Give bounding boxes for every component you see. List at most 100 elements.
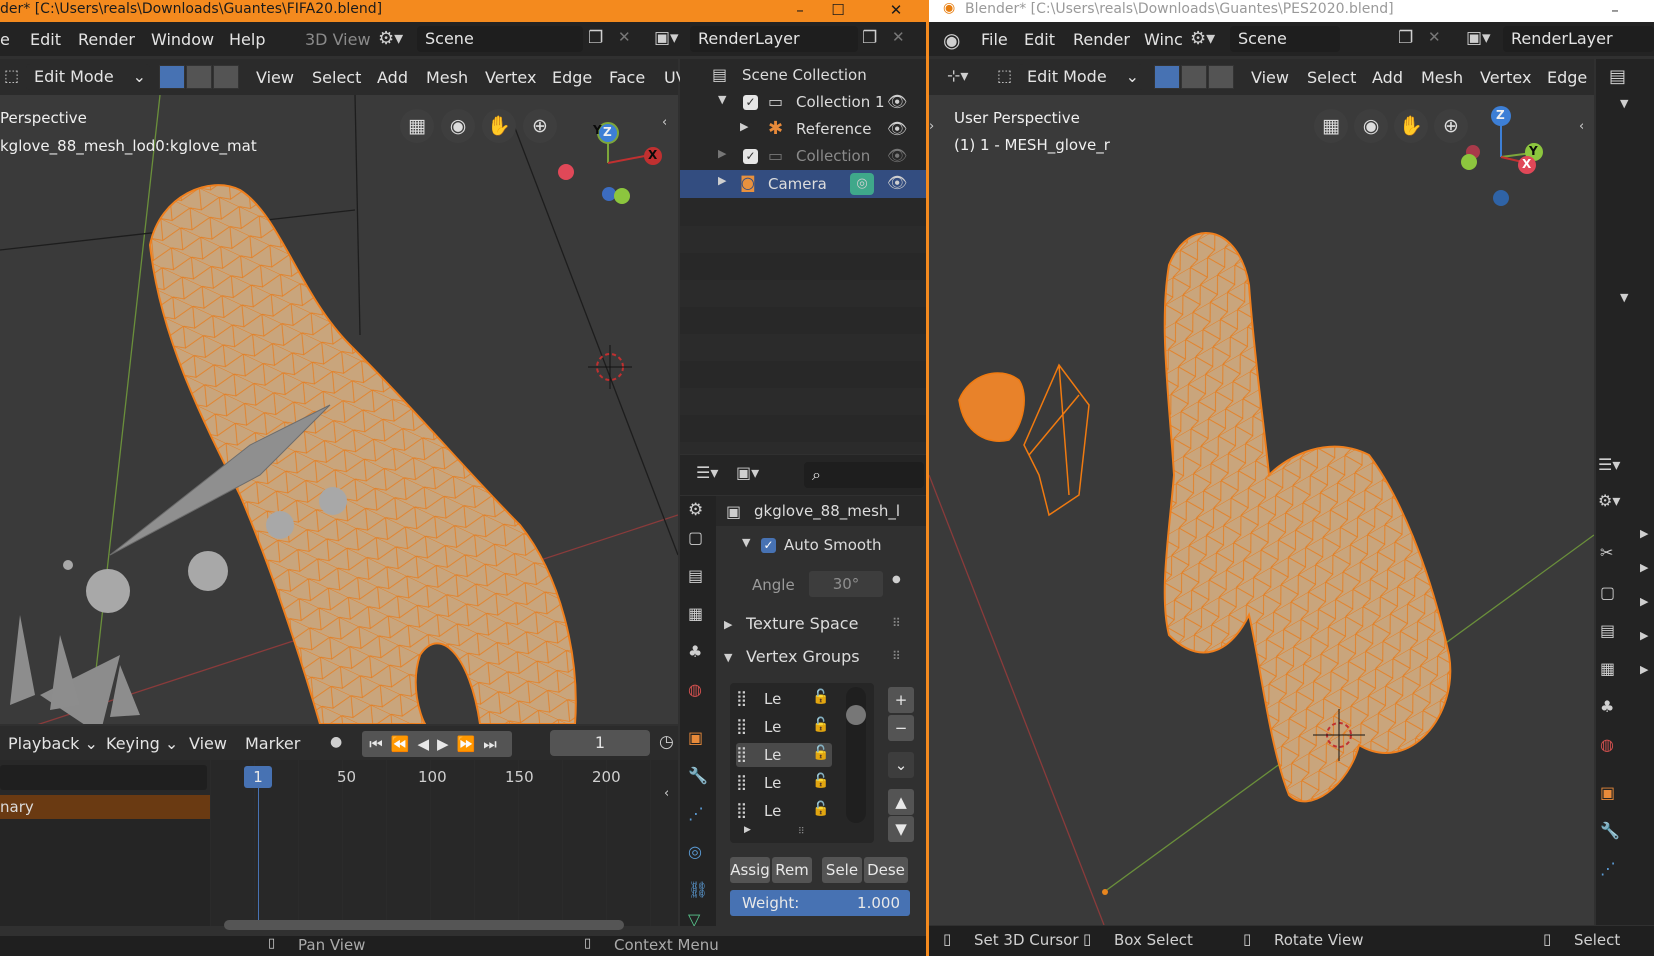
modifier-wrench-icon[interactable]: 🔧 — [1600, 821, 1620, 840]
move-down-button[interactable]: ▼ — [888, 816, 914, 842]
outliner-item-camera[interactable]: ▶ ◙ Camera ◎ 👁 — [680, 170, 926, 198]
lock-icon[interactable]: 🔓 — [812, 689, 829, 705]
angle-field[interactable]: 30° — [809, 571, 883, 597]
visibility-eye-icon[interactable]: 👁 — [887, 173, 907, 192]
scene-selector-icon[interactable]: ⚙▾ — [1190, 28, 1215, 49]
vertex-group-item-active[interactable]: ⣿ Le 🔓 — [736, 743, 832, 767]
keyframe-dot-icon[interactable]: ● — [892, 574, 901, 585]
object-tab-icon[interactable]: ▣ — [1600, 783, 1615, 802]
tool-tab-icon[interactable]: ✂ — [1600, 543, 1613, 562]
visibility-eye-icon[interactable]: 👁 — [887, 92, 907, 111]
object-tab-icon[interactable]: ▣ — [688, 728, 703, 747]
maximize-button[interactable]: ☐ — [818, 0, 858, 22]
outliner-scene-collection[interactable]: ▤ Scene Collection — [680, 62, 926, 89]
group-specials-icon[interactable]: ⌄ — [888, 752, 914, 778]
toolbar-toggle-icon[interactable]: › — [929, 119, 934, 134]
sidebar-toggle-icon[interactable]: ‹ — [1579, 119, 1584, 134]
display-mode-icon[interactable]: ▣▾ — [736, 463, 759, 482]
vertex-groups-panel[interactable]: Vertex Groups — [746, 647, 860, 666]
editor-tab-3d-view[interactable]: 3D View — [305, 30, 371, 49]
viewport-menu-mesh[interactable]: Mesh — [426, 65, 468, 90]
expand-arrow-icon[interactable]: ▶ — [718, 147, 726, 160]
render-tab-icon[interactable]: ▢ — [1600, 583, 1615, 602]
expand-arrow-icon[interactable]: ▼ — [1620, 291, 1628, 304]
visibility-eye-icon[interactable]: 👁 — [887, 119, 907, 138]
drag-handle-icon[interactable]: ⠿ — [892, 616, 901, 630]
expand-arrow-icon[interactable]: ▶ — [1640, 595, 1648, 608]
pan-hand-icon[interactable]: ✋ — [482, 109, 516, 143]
timeline-menu-playback[interactable]: Playback ⌄ — [8, 731, 98, 756]
sidebar-toggle-icon[interactable]: ‹ — [662, 115, 667, 130]
remove-button[interactable]: Rem — [772, 857, 812, 883]
outliner-item-collection-2[interactable]: ▶ ✓ ▭ Collection 1 👁 — [680, 143, 926, 170]
expand-arrow-icon[interactable]: ▼ — [1620, 97, 1628, 110]
output-tab-icon[interactable]: ▤ — [688, 566, 703, 585]
summary-channel[interactable]: nary — [0, 795, 210, 819]
delete-scene-icon[interactable]: ✕ — [618, 28, 631, 46]
menu-window[interactable]: Winc — [1144, 30, 1183, 49]
add-group-button[interactable]: + — [888, 687, 914, 713]
output-tab-icon[interactable]: ▤ — [1600, 621, 1615, 640]
list-scrollbar[interactable] — [846, 687, 866, 823]
menu-window[interactable]: Window — [151, 30, 214, 49]
view-layer-icon[interactable]: ▣▾ — [1466, 28, 1491, 48]
auto-smooth-checkbox[interactable]: ✓ — [761, 538, 776, 553]
face-select-mode[interactable] — [213, 65, 239, 89]
properties-editor-icon[interactable]: ⚙▾ — [1598, 491, 1620, 510]
viewport-menu-edge[interactable]: Edge — [1547, 65, 1587, 90]
expand-arrow-icon[interactable]: ▼ — [724, 651, 732, 664]
render-layer-field[interactable]: RenderLayer — [1503, 26, 1654, 52]
scene-tab-icon[interactable]: ♣ — [1600, 697, 1614, 716]
viewport-menu-select[interactable]: Select — [312, 65, 361, 90]
editor-type-icon[interactable]: ⊹▾ — [947, 66, 968, 85]
view-layer-tab-icon[interactable]: ▦ — [688, 604, 703, 623]
timeline-frames-area[interactable]: 1 50 100 150 200 — [210, 760, 678, 930]
camera-data-icon[interactable]: ◎ — [850, 173, 874, 195]
outliner-item-collection-1[interactable]: ▼ ✓ ▭ Collection 1 👁 — [680, 89, 926, 116]
outliner-editor-icon[interactable]: ▤ — [1609, 66, 1626, 87]
timeline-area[interactable]: nary 1 50 100 150 200 ‹ — [0, 760, 678, 930]
lock-icon[interactable]: 🔓 — [812, 717, 829, 733]
data-tab-icon[interactable]: ▽ — [688, 910, 700, 926]
vertex-group-item[interactable]: ⣿ Le 🔓 — [736, 715, 832, 739]
collection-checkbox[interactable]: ✓ — [743, 95, 758, 110]
menu-render[interactable]: Render — [1073, 30, 1130, 49]
editor-type-icon[interactable]: ☰▾ — [696, 463, 718, 482]
menu-edit[interactable]: Edit — [30, 30, 61, 49]
viewport-menu-view[interactable]: View — [256, 65, 294, 90]
clock-icon[interactable]: ◷ — [659, 732, 674, 752]
expand-arrow-icon[interactable]: ▶ — [1640, 629, 1648, 642]
minimize-button[interactable]: – — [780, 0, 820, 22]
mode-select[interactable]: Edit Mode ⌄ — [26, 64, 150, 90]
particles-tab-icon[interactable]: ⋰ — [1600, 859, 1616, 878]
menu-help[interactable]: Help — [229, 30, 265, 49]
world-tab-icon[interactable]: ◍ — [1600, 735, 1614, 754]
vertex-select-mode[interactable] — [159, 65, 185, 89]
gizmo-y-axis[interactable]: Y — [593, 123, 602, 137]
expand-arrow-icon[interactable]: ▼ — [718, 93, 726, 106]
viewport-menu-add[interactable]: Add — [1372, 65, 1403, 90]
gizmo-x-axis[interactable]: X — [648, 148, 657, 162]
blender-menu-icon[interactable]: ◉ — [943, 28, 960, 52]
properties-search-input[interactable]: ⌕ — [804, 462, 924, 488]
sidebar-toggle-icon[interactable]: ‹ — [664, 786, 669, 801]
lock-icon[interactable]: 🔓 — [812, 773, 829, 789]
viewport-menu-select[interactable]: Select — [1307, 65, 1356, 90]
face-select-mode[interactable] — [1208, 65, 1234, 89]
toggle-grid-icon[interactable]: ▦ — [400, 109, 434, 143]
expand-arrow-icon[interactable]: ▶ — [1640, 561, 1648, 574]
pan-hand-icon[interactable]: ✋ — [1394, 109, 1428, 143]
render-tab-icon[interactable]: ▢ — [688, 528, 703, 547]
mode-select[interactable]: Edit Mode ⌄ — [1019, 64, 1143, 90]
timeline-scrollbar[interactable] — [224, 920, 624, 930]
object-name-label[interactable]: gkglove_88_mesh_l — [754, 502, 900, 520]
menu-render[interactable]: Render — [78, 30, 135, 49]
viewport-menu-vertex[interactable]: Vertex — [1480, 65, 1531, 90]
scene-selector-icon[interactable]: ⚙▾ — [378, 28, 403, 49]
collection-checkbox[interactable]: ✓ — [743, 149, 758, 164]
viewport-menu-edge[interactable]: Edge — [552, 65, 592, 90]
expand-arrow-icon[interactable]: ▶ — [1640, 527, 1648, 540]
gizmo-z-axis[interactable]: Z — [1496, 108, 1505, 122]
camera-view-icon[interactable]: ◉ — [441, 109, 475, 143]
select-button[interactable]: Sele — [822, 857, 862, 883]
